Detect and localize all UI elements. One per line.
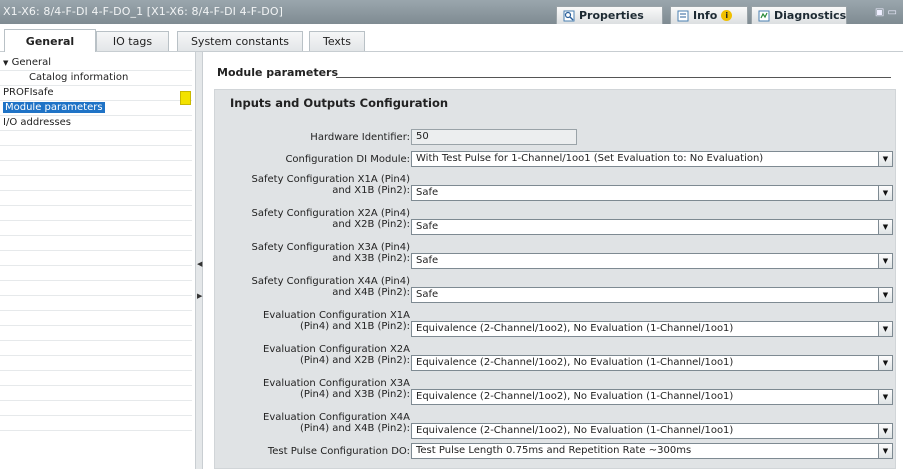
expand-arrow-icon[interactable]: ▼ [3, 59, 8, 67]
nav-empty-row [0, 416, 192, 431]
nav-item-module-parameters[interactable]: Module parameters [0, 101, 192, 116]
info-badge-icon: i [721, 10, 733, 21]
eval-config-x4-label: Evaluation Configuration X4A (Pin4) and X… [263, 412, 410, 434]
diagnostics-icon [758, 10, 770, 22]
nav-empty-row [0, 191, 192, 206]
window-title: X1-X6: 8/4-F-DI 4-F-DO_1 [X1-X6: 8/4-F-D… [3, 5, 284, 18]
eval-config-x4-select[interactable]: Equivalence (2-Channel/1oo2), No Evaluat… [411, 423, 893, 439]
nav-empty-row [0, 311, 192, 326]
nav-item-label: PROFIsafe [3, 87, 54, 98]
nav-item-label: Module parameters [3, 102, 105, 113]
inspector-tab-row: General IO tags System constants Texts [0, 25, 903, 52]
nav-empty-row [0, 266, 192, 281]
eval-config-x3-label: Evaluation Configuration X3A (Pin4) and X… [263, 378, 410, 400]
hardware-identifier-field: 50 [411, 129, 577, 145]
eval-config-x2-label: Evaluation Configuration X2A (Pin4) and X… [263, 344, 410, 366]
dropdown-arrow-icon[interactable]: ▼ [878, 322, 892, 336]
safety-config-x2-label: Safety Configuration X2A (Pin4) and X2B (… [251, 208, 411, 230]
nav-empty-row [0, 176, 192, 191]
tab-system-constants[interactable]: System constants [177, 31, 303, 51]
dropdown-arrow-icon[interactable]: ▼ [878, 444, 892, 458]
nav-item-label: Catalog information [29, 72, 129, 83]
nav-item-io-addresses[interactable]: I/O addresses [0, 116, 192, 131]
nav-item-label: General [11, 57, 51, 68]
dropdown-arrow-icon[interactable]: ▼ [878, 356, 892, 370]
safety-config-x4-label: Safety Configuration X4A (Pin4) and X4B (… [251, 276, 411, 298]
collapse-left-icon[interactable]: ◀ [197, 260, 202, 268]
nav-item-catalog-information[interactable]: Catalog information [0, 71, 192, 86]
nav-empty-row [0, 401, 192, 416]
safety-config-x1-select[interactable]: Safe ▼ [411, 185, 893, 201]
panel-splitter[interactable]: ◀ ▶ [195, 52, 203, 469]
section-title: Module parameters [217, 66, 339, 79]
tab-diagnostics[interactable]: Diagnostics [751, 6, 847, 24]
tab-general[interactable]: General [4, 29, 96, 52]
tab-diagnostics-label: Diagnostics [774, 9, 847, 22]
dropdown-arrow-icon[interactable]: ▼ [878, 186, 892, 200]
window-controls: ▣ ▭ [875, 7, 897, 18]
safety-config-x2-select[interactable]: Safe ▼ [411, 219, 893, 235]
safety-config-x1-label: Safety Configuration X1A (Pin4) and X1B (… [251, 174, 411, 196]
nav-empty-row [0, 341, 192, 356]
dropdown-arrow-icon[interactable]: ▼ [878, 424, 892, 438]
nav-empty-row [0, 146, 192, 161]
group-title: Inputs and Outputs Configuration [230, 96, 449, 110]
tab-properties-label: Properties [579, 9, 644, 22]
nav-empty-row [0, 131, 192, 146]
nav-empty-row [0, 356, 192, 371]
safety-config-x3-label: Safety Configuration X3A (Pin4) and X3B (… [251, 242, 411, 264]
eval-config-x1-label: Evaluation Configuration X1A (Pin4) and X… [263, 310, 410, 332]
warning-marker [180, 91, 191, 105]
navigation-tree: ▼ General Catalog information PROFIsafe … [0, 56, 192, 469]
window-titlebar: X1-X6: 8/4-F-DI 4-F-DO_1 [X1-X6: 8/4-F-D… [0, 0, 903, 24]
tab-io-tags[interactable]: IO tags [96, 31, 169, 51]
restore-window-icon[interactable]: ▣ [875, 7, 884, 18]
eval-config-x1-select[interactable]: Equivalence (2-Channel/1oo2), No Evaluat… [411, 321, 893, 337]
tab-properties[interactable]: Properties [556, 6, 663, 24]
tab-info-label: Info [693, 9, 718, 22]
nav-empty-row [0, 221, 192, 236]
content-panel: Module parameters Inputs and Outputs Con… [205, 52, 903, 469]
nav-empty-row [0, 161, 192, 176]
section-divider [336, 77, 891, 78]
nav-empty-row [0, 236, 192, 251]
minimize-window-icon[interactable]: ▭ [888, 7, 897, 18]
info-icon [677, 10, 689, 22]
nav-empty-row [0, 251, 192, 266]
eval-config-x3-select[interactable]: Equivalence (2-Channel/1oo2), No Evaluat… [411, 389, 893, 405]
nav-empty-row [0, 206, 192, 221]
nav-empty-row [0, 371, 192, 386]
test-pulse-do-label: Test Pulse Configuration DO: [267, 446, 410, 457]
test-pulse-do-select[interactable]: Test Pulse Length 0.75ms and Repetition … [411, 443, 893, 459]
inputs-outputs-group: Inputs and Outputs Configuration Hardwar… [214, 89, 896, 469]
dropdown-arrow-icon[interactable]: ▼ [878, 288, 892, 302]
hardware-identifier-label: Hardware Identifier: [310, 132, 410, 143]
nav-empty-row [0, 326, 192, 341]
config-di-module-label: Configuration DI Module: [285, 154, 410, 165]
eval-config-x2-select[interactable]: Equivalence (2-Channel/1oo2), No Evaluat… [411, 355, 893, 371]
nav-item-label: I/O addresses [3, 117, 72, 128]
safety-config-x4-select[interactable]: Safe ▼ [411, 287, 893, 303]
properties-icon [563, 10, 575, 22]
nav-item-profisafe[interactable]: PROFIsafe [0, 86, 192, 101]
nav-empty-row [0, 386, 192, 401]
dropdown-arrow-icon[interactable]: ▼ [878, 152, 892, 166]
dropdown-arrow-icon[interactable]: ▼ [878, 390, 892, 404]
config-di-module-select[interactable]: With Test Pulse for 1-Channel/1oo1 (Set … [411, 151, 893, 167]
nav-empty-row [0, 281, 192, 296]
expand-right-icon[interactable]: ▶ [197, 292, 202, 300]
nav-empty-row [0, 296, 192, 311]
tab-info[interactable]: Info i [670, 6, 748, 24]
nav-item-general[interactable]: ▼ General [0, 56, 192, 71]
tab-texts[interactable]: Texts [309, 31, 365, 51]
safety-config-x3-select[interactable]: Safe ▼ [411, 253, 893, 269]
dropdown-arrow-icon[interactable]: ▼ [878, 220, 892, 234]
dropdown-arrow-icon[interactable]: ▼ [878, 254, 892, 268]
